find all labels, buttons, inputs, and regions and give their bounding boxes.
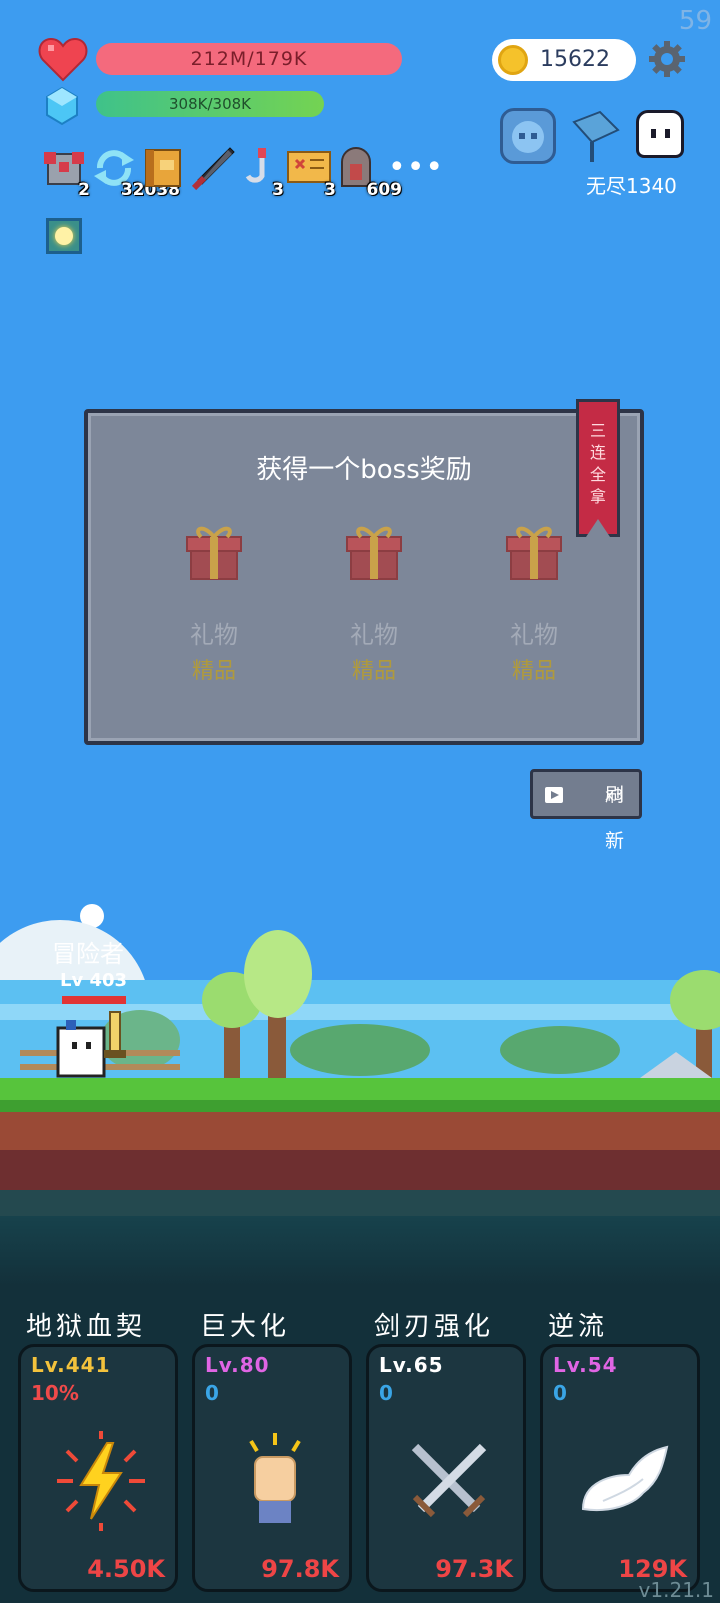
glow-icon <box>55 227 73 245</box>
more-icon[interactable]: ••• <box>388 150 444 185</box>
skill-level: Lv.54 <box>553 1353 618 1377</box>
mp-text: 308K/308K <box>169 95 251 113</box>
inventory-item-armor[interactable]: 2 <box>44 146 90 200</box>
inventory-item-tombstone[interactable]: 609 <box>338 146 402 200</box>
skill-name: 逆流 <box>548 1312 609 1342</box>
player-name: 冒险者 <box>52 940 124 968</box>
inventory-count: 3 <box>272 180 284 200</box>
skill-card-blade-enhance[interactable]: Lv.65 0 97.3K <box>366 1344 526 1592</box>
gift-label: 礼物 <box>190 621 238 649</box>
gift-box-icon <box>346 526 402 580</box>
skill-upgrade-cost: 97.8K <box>261 1555 339 1583</box>
inventory-count: 3 <box>324 180 336 200</box>
inventory-item-cycle[interactable]: 32038 <box>92 146 180 200</box>
gift-box-icon <box>186 526 242 580</box>
skill-level: Lv.441 <box>31 1353 111 1377</box>
take-all-ribbon[interactable]: 三连全拿 <box>576 399 620 537</box>
skill-name: 地狱血契 <box>26 1312 147 1342</box>
gift-option-2[interactable]: 礼物 精品 <box>294 521 454 701</box>
sword-icon <box>191 147 235 191</box>
skill-bonus: 0 <box>205 1381 219 1405</box>
mp-bar: 308K/308K <box>96 91 324 117</box>
gift-label: 礼物 <box>350 621 398 649</box>
player-health-bar <box>62 996 126 1004</box>
buff-slot[interactable] <box>46 218 82 254</box>
white-ghost-icon[interactable] <box>636 110 684 158</box>
boss-reward-dialog: 获得一个boss奖励 三连全拿 礼物 精品 礼物 精品 礼物 精品 <box>84 399 644 745</box>
skill-upgrade-cost: 4.50K <box>87 1555 165 1583</box>
dialog-title: 获得一个boss奖励 <box>256 455 472 485</box>
coin-counter[interactable]: 15622 <box>492 39 636 81</box>
skill-name: 剑刃强化 <box>374 1312 495 1342</box>
skill-level: Lv.80 <box>205 1353 270 1377</box>
skill-bonus: 0 <box>379 1381 393 1405</box>
inventory-item-hook[interactable]: 3 <box>244 146 284 200</box>
coin-icon <box>498 45 528 75</box>
skill-card-hell-blood-pact[interactable]: Lv.441 10% 4.50K <box>18 1344 178 1592</box>
fist-icon <box>249 1433 301 1523</box>
skill-upgrade-cost: 97.3K <box>435 1555 513 1583</box>
crossed-swords-icon <box>411 1443 487 1518</box>
gear-icon[interactable] <box>648 40 686 78</box>
refresh-button[interactable]: 刷新 x3 <box>530 769 642 852</box>
refresh-count: x3 <box>605 786 624 804</box>
gift-label: 礼物 <box>510 621 558 649</box>
gift-quality: 精品 <box>191 659 236 684</box>
skill-bonus: 0 <box>553 1381 567 1405</box>
wing-icon <box>581 1445 669 1511</box>
coin-amount: 15622 <box>540 47 610 72</box>
gift-quality: 精品 <box>351 659 396 684</box>
inventory-count: 2 <box>78 180 90 200</box>
gift-option-1[interactable]: 礼物 精品 <box>134 521 294 701</box>
flag-banner-icon[interactable] <box>568 108 624 164</box>
pet-blue-ghost-icon[interactable] <box>500 108 556 164</box>
gift-box-icon <box>506 526 562 580</box>
fps-counter: 59 <box>678 6 712 36</box>
inventory-item-scroll[interactable]: 3 <box>286 146 336 200</box>
skill-bonus: 10% <box>31 1381 79 1405</box>
book-icon <box>145 149 181 187</box>
player-level: Lv 403 <box>60 970 128 991</box>
endless-level-label: 无尽1340 <box>586 174 677 198</box>
skill-card-reverse-flow[interactable]: Lv.54 0 129K <box>540 1344 700 1592</box>
skill-level: Lv.65 <box>379 1353 444 1377</box>
gift-option-3[interactable]: 礼物 精品 <box>454 521 614 701</box>
gift-quality: 精品 <box>511 659 556 684</box>
video-icon <box>545 787 563 803</box>
hp-text: 212M/179K <box>190 48 308 70</box>
version-label: v1.21.1 <box>638 1578 714 1602</box>
hp-bar: 212M/179K <box>96 43 402 75</box>
inventory-item-book[interactable] <box>144 146 182 196</box>
mana-gem-icon <box>46 86 78 126</box>
inventory-item-sword[interactable] <box>190 146 236 196</box>
skill-card-gigantify[interactable]: Lv.80 0 97.8K <box>192 1344 352 1592</box>
heart-icon <box>38 37 88 82</box>
lightning-burst-icon <box>57 1431 145 1531</box>
ribbon-label: 三连全拿 <box>589 421 606 506</box>
skill-name: 巨大化 <box>200 1312 291 1342</box>
